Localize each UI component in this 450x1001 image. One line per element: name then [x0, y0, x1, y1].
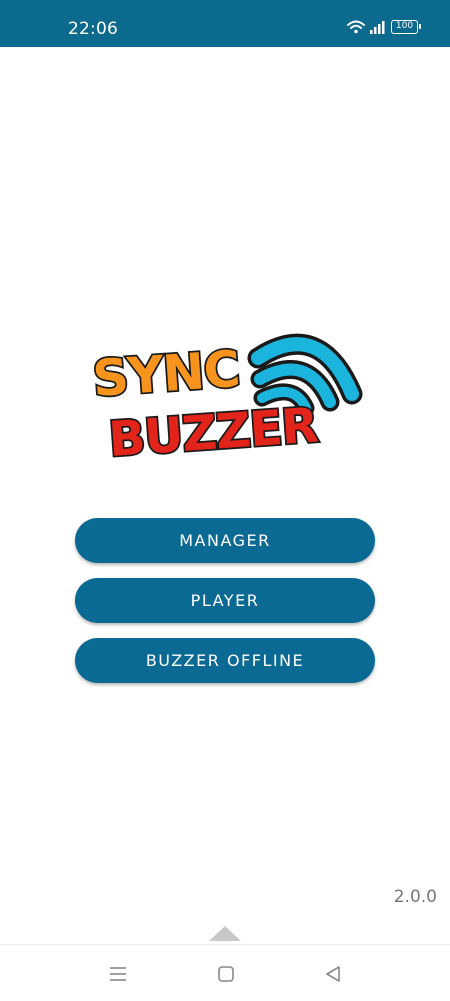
- status-icons: 100: [347, 20, 421, 34]
- logo-buzzer-text: BUZZER: [107, 398, 319, 468]
- status-bar: 22:06 100: [0, 0, 450, 47]
- wifi-icon: [347, 20, 365, 34]
- home-icon[interactable]: [216, 964, 236, 984]
- battery-icon: 100: [391, 20, 421, 34]
- player-button[interactable]: PLAYER: [75, 578, 375, 623]
- signal-icon: [370, 20, 385, 34]
- sync-buzzer-logo: SYNC BUZZER: [89, 333, 363, 470]
- status-time: 22:06: [68, 19, 118, 39]
- logo-sync-text: SYNC: [91, 340, 241, 408]
- navigation-bar: [0, 944, 450, 1001]
- nav-handle[interactable]: [209, 926, 241, 941]
- version-label: 2.0.0: [393, 887, 437, 907]
- back-icon[interactable]: [323, 964, 343, 984]
- buzzer-offline-button[interactable]: BUZZER OFFLINE: [75, 638, 375, 683]
- manager-button[interactable]: MANAGER: [75, 518, 375, 563]
- menu-icon[interactable]: [108, 964, 128, 984]
